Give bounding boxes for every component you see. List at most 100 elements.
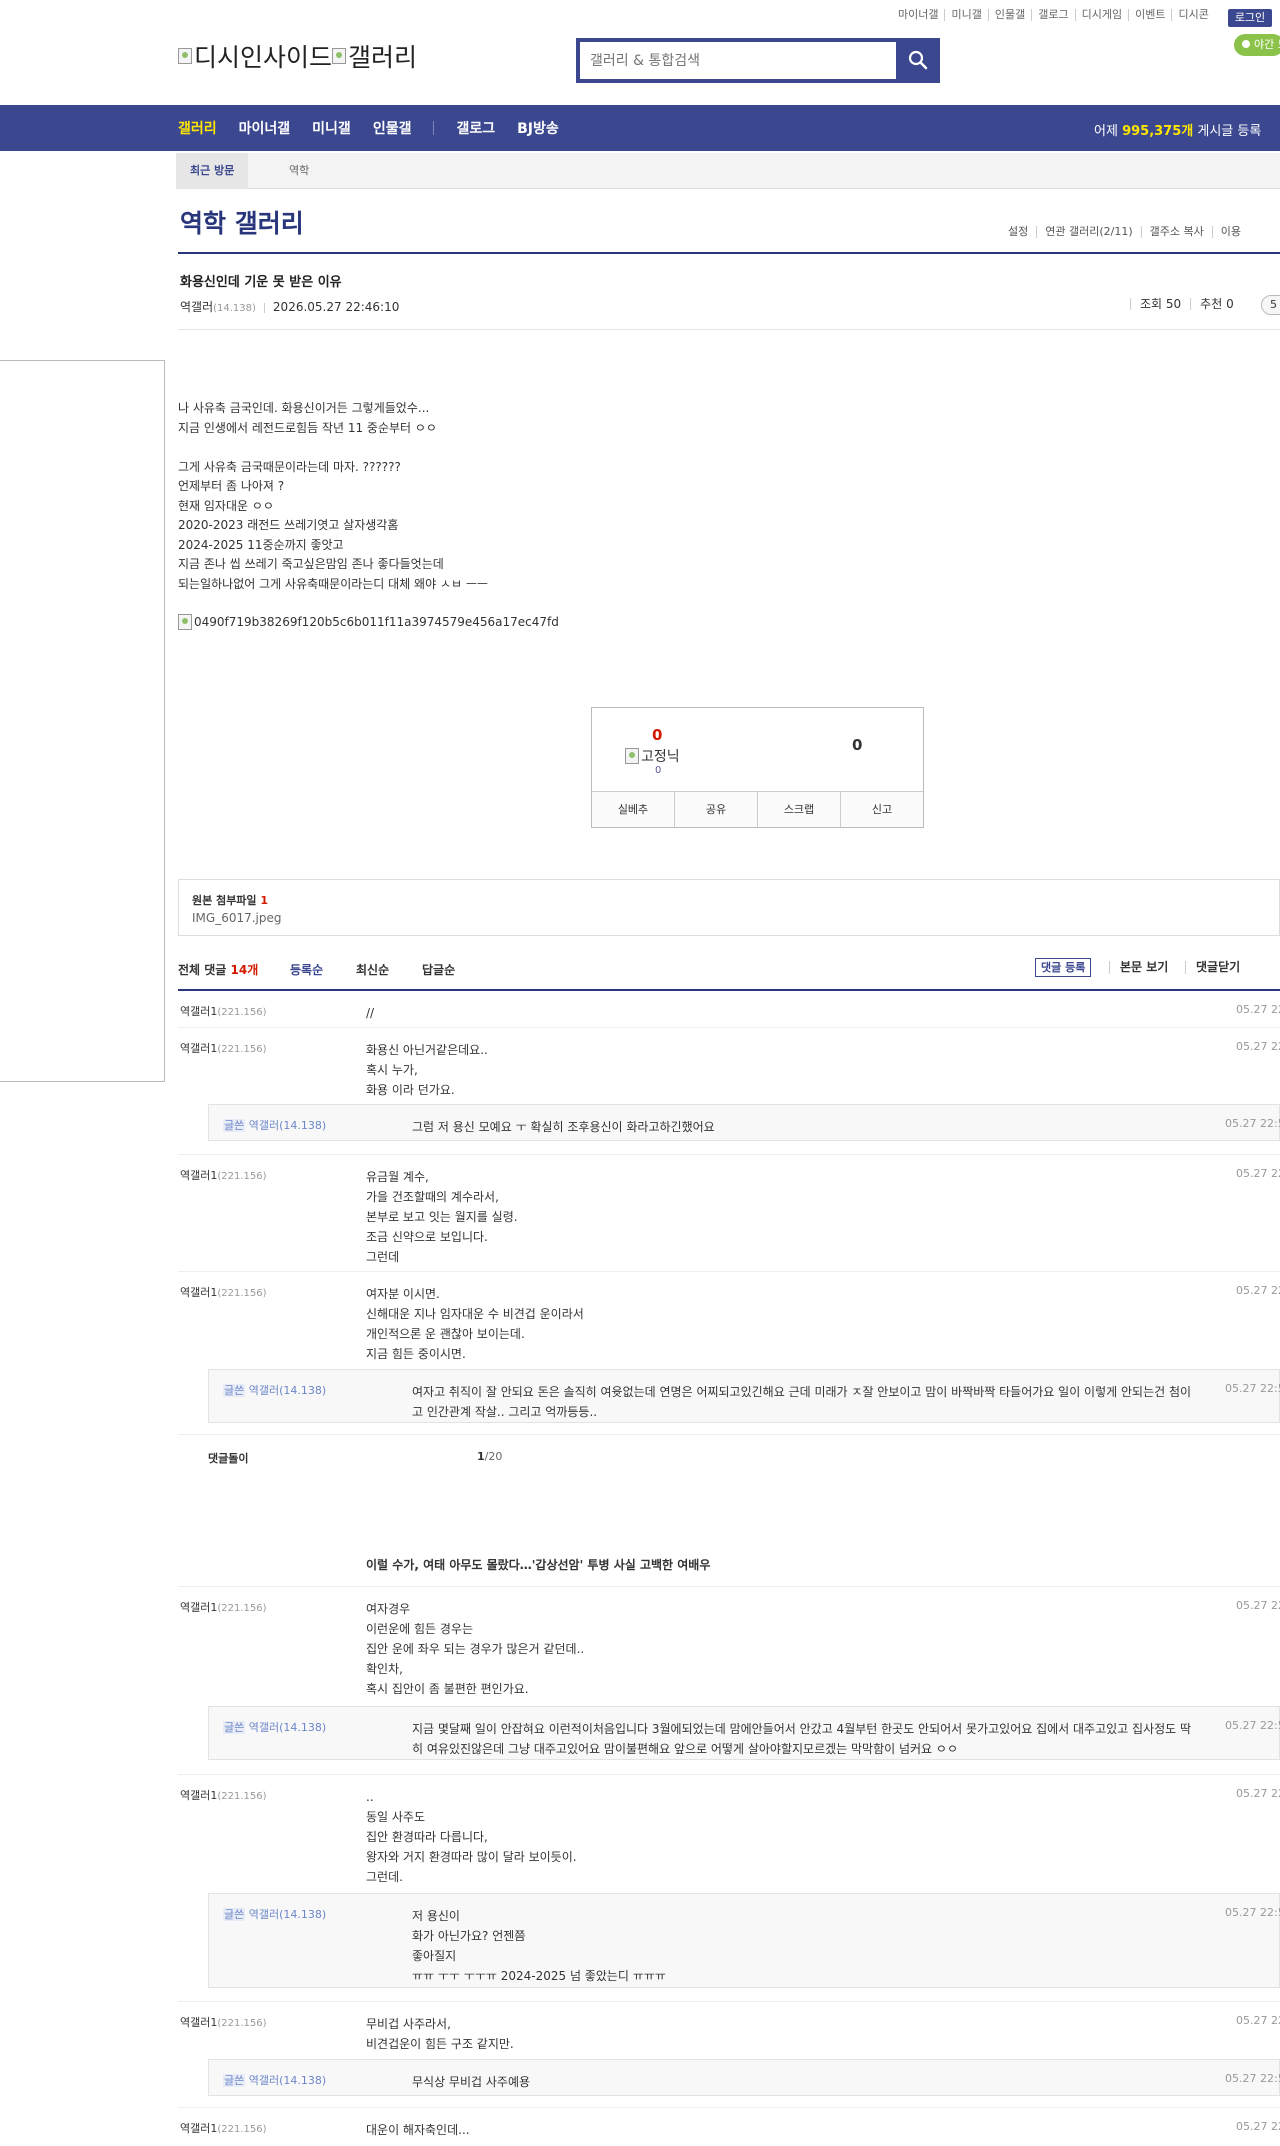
- top-link-minor[interactable]: 마이너갤: [892, 9, 944, 21]
- related-gallery-link[interactable]: 연관 갤러리(2/11): [1036, 226, 1140, 238]
- settings-link[interactable]: 설정: [1000, 226, 1036, 238]
- search-button[interactable]: [896, 38, 940, 83]
- comment-line: //: [366, 1006, 375, 1020]
- reply-nick[interactable]: 글쓴 역갤러(14.138): [223, 1117, 326, 1133]
- broken-image-icon: [625, 748, 639, 764]
- page-title[interactable]: 역학 갤러리: [180, 204, 304, 240]
- site-logo[interactable]: 디시인사이드 갤러리: [178, 38, 417, 74]
- comment-line: 유금월 계수,: [366, 1170, 429, 1184]
- view-post-button[interactable]: 본문 보기: [1109, 961, 1168, 974]
- fixed-nick-label: 고정닉: [641, 749, 680, 765]
- report-button[interactable]: 신고: [840, 792, 923, 827]
- ad-news-title[interactable]: 이럴 수가, 여태 아무도 몰랐다…'갑상선암' 투병 사실 고백한 여배우: [366, 1556, 710, 1573]
- comment-nick[interactable]: 역갤러1(221.156): [180, 1787, 267, 1803]
- comment-line: 이런운에 힘든 경우는: [366, 1622, 473, 1636]
- gnb-item-bj[interactable]: BJ방송: [517, 118, 559, 138]
- reply-nick-name: 역갤러: [248, 1119, 280, 1132]
- gnb-item-mini[interactable]: 미니갤: [312, 118, 351, 138]
- global-nav: 갤러리 마이너갤 미니갤 인물갤 갤로그 BJ방송 어제 995,375개 게시…: [0, 105, 1280, 151]
- copy-address-link[interactable]: 갤주소 복사: [1140, 226, 1212, 238]
- post-writer-nick[interactable]: 역갤러: [180, 300, 213, 314]
- top-link-dccon[interactable]: 디시콘: [1171, 9, 1214, 21]
- logo-site-alt: 디시인사이드: [194, 43, 333, 72]
- post-body-line: 지금 존나 씹 쓰레기 죽고싶은맘임 존나 좋다들엇는데: [178, 557, 444, 571]
- recommend-actions: 실베추 공유 스크랩 신고: [592, 791, 923, 827]
- usage-link[interactable]: 이용: [1211, 226, 1249, 238]
- comment-nick[interactable]: 역갤러1(221.156): [180, 2014, 267, 2030]
- scrap-button[interactable]: 스크랩: [757, 792, 840, 827]
- search-icon: [908, 50, 928, 70]
- comment-bot-page: 1/20: [477, 1450, 502, 1463]
- sort-latest[interactable]: 최신순: [356, 961, 389, 978]
- comment-nick[interactable]: 역갤러1(221.156): [180, 1040, 267, 1056]
- comment-row: 역갤러1(221.156) 대운이 해자축인데... 05.27 22:59: [178, 2108, 1280, 2146]
- comment-bot-label[interactable]: 댓글돌이: [208, 1450, 248, 1466]
- gnb-item-person[interactable]: 인물갤: [373, 118, 412, 138]
- top-link-event[interactable]: 이벤트: [1128, 9, 1171, 21]
- comment-nick[interactable]: 역갤러1(221.156): [180, 1284, 267, 1300]
- comment-count-badge[interactable]: 5: [1261, 295, 1280, 315]
- title-divider: [178, 252, 1280, 254]
- reply-nick-ip: (14.138): [279, 1119, 327, 1132]
- reply-nick[interactable]: 글쓴 역갤러(14.138): [223, 1719, 326, 1735]
- comment-write-button[interactable]: 댓글 등록: [1035, 958, 1092, 977]
- recommend-box: 0 고정닉 0 0 실베추 공유 스크랩 신고: [591, 707, 924, 828]
- post-image[interactable]: 0490f719b38269f120b5c6b011f11a3974579e45…: [178, 614, 559, 630]
- top-link-gallog[interactable]: 갤로그: [1031, 9, 1074, 21]
- reply-nick[interactable]: 글쓴 역갤러(14.138): [223, 1382, 326, 1398]
- reply-row: 글쓴 역갤러(14.138) 그럼 저 용신 모예요 ㅜ 확실히 조후용신이 화…: [208, 1104, 1280, 1141]
- post-meta: 조회 50 추천 0: [1130, 298, 1243, 310]
- sort-registered[interactable]: 등록순: [290, 961, 323, 978]
- close-comments-button[interactable]: 댓글닫기: [1185, 961, 1240, 974]
- comment-date: 05.27 22:53: [1236, 1599, 1280, 1612]
- attachment-file-link[interactable]: IMG_6017.jpeg: [192, 911, 282, 925]
- recent-visit-label[interactable]: 최근 방문: [176, 153, 249, 189]
- comment-date: 05.27 22:59: [1236, 2120, 1280, 2133]
- gnb-divider: [433, 121, 435, 135]
- reply-row: 글쓴 역갤러(14.138) 무식상 무비겁 사주예용 05.27 22:59: [208, 2059, 1280, 2096]
- comment-line: 개인적으론 운 괜찮아 보이는데.: [366, 1327, 525, 1341]
- recent-visit-item[interactable]: 역학: [289, 153, 309, 189]
- night-mode-toggle[interactable]: 야간 모드: [1234, 34, 1280, 56]
- post-recommend: 추천 0: [1190, 298, 1243, 310]
- sort-replies[interactable]: 답글순: [422, 961, 455, 978]
- gnb-item-gallery[interactable]: 갤러리: [178, 118, 217, 138]
- comment-nick-ip: (221.156): [217, 2124, 267, 2135]
- gnb-item-gallog[interactable]: 갤로그: [456, 118, 495, 138]
- top-link-person[interactable]: 인물갤: [987, 9, 1031, 21]
- comment-line: 그런데: [366, 1250, 400, 1264]
- yesterday-post-count: 어제 995,375개 게시글 등록: [1094, 120, 1261, 139]
- best-recommend-button[interactable]: 실베추: [592, 792, 674, 827]
- fixed-nick-recommend[interactable]: 고정닉: [625, 746, 680, 766]
- comment-nick[interactable]: 역갤러1(221.156): [180, 1003, 267, 1019]
- comment-line: 무비겁 사주라서,: [366, 2017, 451, 2031]
- reply-row: 글쓴 역갤러(14.138) 지금 몇달째 일이 안잡혀요 이런적이처음입니다 …: [208, 1706, 1280, 1760]
- reply-nick-name: 역갤러: [248, 1908, 280, 1921]
- gnb-item-minor[interactable]: 마이너갤: [239, 118, 291, 138]
- top-link-game[interactable]: 디시게임: [1074, 9, 1128, 21]
- post-body-line: 지금 인생에서 레전드로힘듬 작년 11 중순부터 ㅇㅇ: [178, 420, 437, 435]
- broken-image-icon: [178, 48, 192, 64]
- comment-line: 집안 운에 좌우 되는 경우가 많은거 같던데..: [366, 1642, 585, 1656]
- comment-nick[interactable]: 역갤러1(221.156): [180, 1167, 267, 1183]
- reply-nick-ip: (14.138): [279, 1908, 327, 1921]
- comment-line: 여자분 이시면.: [366, 1287, 440, 1301]
- reply-nick[interactable]: 글쓴 역갤러(14.138): [223, 2072, 326, 2088]
- search-input[interactable]: [580, 42, 896, 79]
- post-writer-info: 역갤러(14.138) 2026.05.27 22:46:10: [180, 298, 399, 315]
- night-mode-label: 야간 모드: [1254, 38, 1280, 51]
- top-util-links: 마이너갤 미니갤 인물갤 갤로그 디시게임 이벤트 디시콘: [892, 9, 1215, 21]
- reply-row: 글쓴 역갤러(14.138) 여자고 취직이 잘 안되요 돈은 솔직히 여윳없는…: [208, 1369, 1280, 1423]
- logo-gallery-alt: 갤러리: [348, 43, 418, 72]
- post-image-alt: 0490f719b38269f120b5c6b011f11a3974579e45…: [194, 615, 559, 629]
- reply-date: 05.27 22:50: [1225, 1117, 1280, 1130]
- top-link-mini[interactable]: 미니갤: [944, 9, 987, 21]
- post-writer-ip: (14.138): [213, 303, 256, 314]
- comment-nick[interactable]: 역갤러1(221.156): [180, 2120, 267, 2136]
- share-button[interactable]: 공유: [674, 792, 757, 827]
- reply-nick[interactable]: 글쓴 역갤러(14.138): [223, 1906, 326, 1922]
- post-body-line: 그게 사유축 금국때문이라는데 마자. ??????: [178, 459, 401, 474]
- comment-line: 조금 신약으로 보입니다.: [366, 1230, 488, 1244]
- comment-nick[interactable]: 역갤러1(221.156): [180, 1599, 267, 1615]
- login-button[interactable]: 로그인: [1228, 9, 1272, 27]
